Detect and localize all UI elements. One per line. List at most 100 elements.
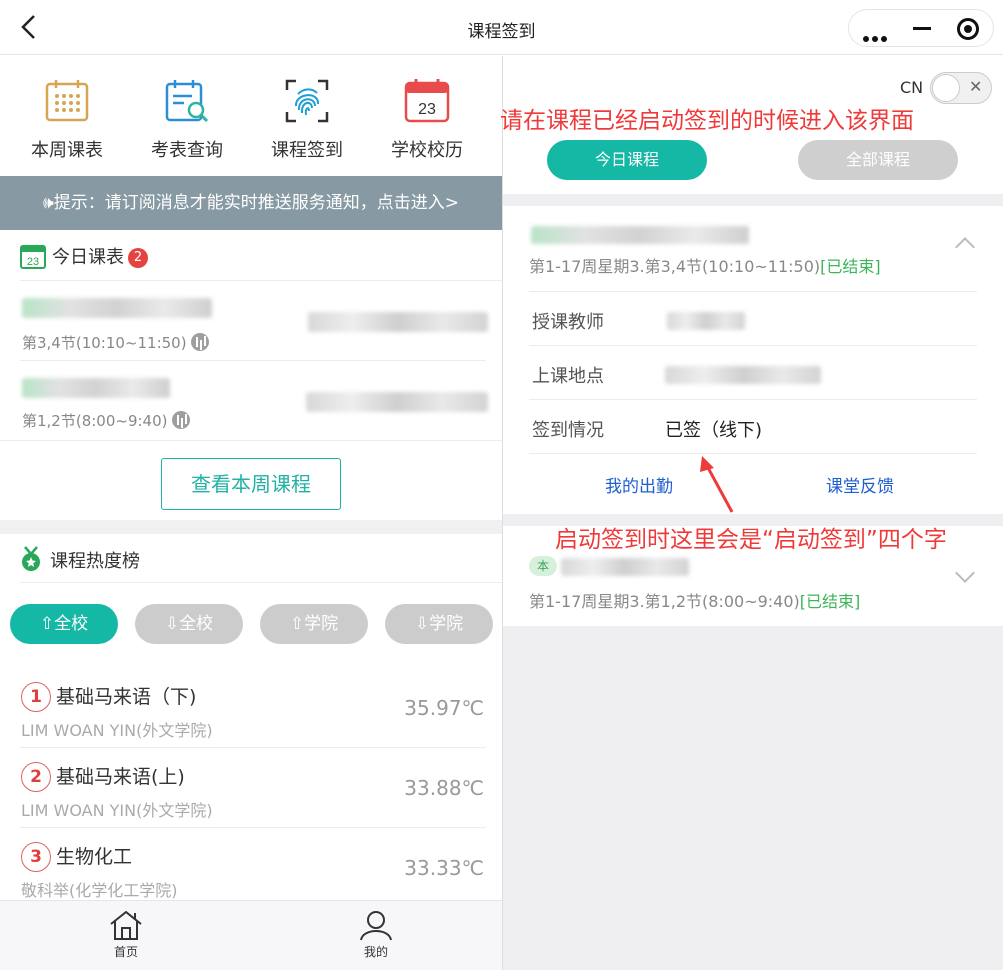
course-checkin-panel: CN ✕ 今日课程 全部课程 第1-17周星期3.第3,4节(10:10~11:… (503, 56, 1003, 970)
tab-all-courses[interactable]: 全部课程 (798, 140, 958, 180)
divider (0, 440, 502, 441)
course-meta: 第1-17周星期3.第3,4节(10:10~11:50)[已结束] (529, 257, 881, 276)
today-schedule-header: 23 今日课表 2 (20, 243, 148, 269)
quick-action-course-checkin[interactable]: 课程签到 (247, 56, 367, 176)
quick-action-week-schedule[interactable]: 本周课表 (7, 56, 127, 176)
exit-icon[interactable] (957, 18, 979, 40)
quick-action-label: 本周课表 (31, 140, 103, 161)
filter-pill-school-down[interactable]: ⇩全校 (135, 604, 243, 644)
rank-teacher: LIM WOAN YIN(外文学院) (21, 721, 213, 740)
divider (20, 280, 502, 281)
rank-score: 33.88℃ (404, 776, 484, 800)
blurred-teacher (667, 312, 745, 330)
rank-course-name: 基础马来语（下) (56, 686, 197, 708)
row-key: 上课地点 (532, 366, 604, 387)
collapse-chevron-icon[interactable] (955, 237, 975, 257)
divider (20, 827, 486, 828)
class-feedback-link[interactable]: 课堂反馈 (826, 472, 894, 497)
more-icon[interactable] (863, 27, 890, 46)
course-tag: 本 (529, 556, 557, 576)
row-key: 签到情况 (532, 420, 604, 441)
rank-score: 35.97℃ (404, 696, 484, 720)
rank-number: 3 (21, 842, 51, 872)
mini-program-capsule (848, 9, 994, 47)
checkin-status-value: 已签（线下) (665, 420, 763, 441)
fingerprint-icon (285, 79, 329, 123)
rank-score: 33.33℃ (404, 856, 484, 880)
location-row: 上课地点 (529, 345, 977, 399)
today-schedule-title: 今日课表 (52, 247, 124, 268)
heat-rank-title: 课程热度榜 (50, 551, 140, 572)
quick-action-label: 考表查询 (151, 140, 223, 161)
annotation-arrow (700, 456, 734, 513)
rank-teacher: 敬科举(化学化工学院) (21, 881, 178, 900)
status-ended: [已结束] (799, 592, 861, 611)
blurred-course-name (531, 226, 749, 244)
divider (20, 582, 502, 583)
profile-icon (360, 911, 392, 941)
medal-icon (22, 546, 40, 571)
course-count-badge: 2 (128, 248, 148, 268)
checkin-status-row: 签到情况 已签（线下) (529, 399, 977, 453)
annotation-bottom: 启动签到时这里会是“启动签到”四个字 (555, 527, 947, 553)
svg-text:23: 23 (27, 256, 39, 268)
blurred-location (665, 366, 821, 384)
stats-icon[interactable] (190, 333, 209, 351)
close-icon: ✕ (969, 77, 983, 96)
calendar-23-icon: 23 (404, 79, 450, 123)
tab-home[interactable]: 首页 (66, 901, 186, 970)
rank-item[interactable]: 1 基础马来语（下) LIM WOAN YIN(外文学院) 35.97℃ (0, 672, 502, 752)
tab-label: 首页 (113, 945, 138, 959)
rank-teacher: LIM WOAN YIN(外文学院) (21, 801, 213, 820)
blurred-location (308, 312, 488, 332)
quick-action-label: 课程签到 (271, 140, 343, 161)
tab-label: 我的 (363, 945, 388, 959)
rank-number: 2 (21, 762, 51, 792)
teacher-row: 授课教师 (529, 291, 977, 345)
filter-pill-college-up[interactable]: ⇧学院 (260, 604, 368, 644)
minimize-icon[interactable] (913, 27, 931, 30)
subscribe-notice-banner[interactable]: 🕪提示：请订阅消息才能实时推送服务通知，点击进入> (0, 176, 502, 230)
rank-number: 1 (21, 682, 51, 712)
quick-action-school-calendar[interactable]: 23 学校校历 (367, 56, 487, 176)
rank-item[interactable]: 2 基础马来语(上) LIM WOAN YIN(外文学院) 33.88℃ (0, 752, 502, 832)
view-week-courses-button[interactable]: 查看本周课程 (161, 458, 341, 510)
bottom-tab-bar: 首页 我的 (0, 900, 502, 970)
tab-profile[interactable]: 我的 (316, 901, 436, 970)
title-bar: 课程签到 (0, 0, 1003, 55)
my-attendance-link[interactable]: 我的出勤 (605, 472, 673, 497)
course-time: 第1,2节(8:00~9:40) (22, 410, 190, 431)
home-panel: 本周课表 考表查询 课程签到 23 学校校历 🕪提示：请订阅消息才能实时推送服务… (0, 56, 502, 970)
divider (529, 453, 977, 454)
quick-action-exam-query[interactable]: 考表查询 (127, 56, 247, 176)
status-ended: [已结束] (820, 257, 881, 276)
course-card-expanded: 第1-17周星期3.第3,4节(10:10~11:50)[已结束] 授课教师 上… (503, 206, 1003, 514)
course-meta: 第1-17周星期3.第1,2节(8:00~9:40)[已结束] (529, 592, 861, 611)
divider (20, 360, 486, 361)
toggle-knob (932, 74, 960, 102)
section-gap (0, 520, 502, 534)
svg-text:23: 23 (418, 101, 436, 118)
stats-icon[interactable] (171, 411, 190, 429)
language-toggle[interactable]: ✕ (930, 72, 992, 104)
quick-action-label: 学校校历 (391, 140, 463, 161)
filter-pill-college-down[interactable]: ⇩学院 (385, 604, 493, 644)
heat-rank-header: 课程热度榜 (20, 546, 140, 573)
rank-course-name: 基础马来语(上) (56, 766, 185, 788)
blurred-course-name (561, 558, 689, 576)
home-icon (110, 910, 142, 940)
exam-search-icon (165, 80, 209, 123)
language-label: CN (900, 78, 924, 97)
rank-course-name: 生物化工 (56, 846, 133, 868)
row-key: 授课教师 (532, 312, 604, 333)
blurred-location (306, 392, 488, 412)
expand-chevron-icon[interactable] (955, 563, 975, 583)
annotation-top: 请在课程已经启动签到的时候进入该界面 (500, 108, 914, 134)
blurred-course-name (22, 298, 212, 318)
calendar-grid-icon (45, 80, 89, 122)
filter-pill-school-up[interactable]: ⇧全校 (10, 604, 118, 644)
divider (20, 747, 486, 748)
tab-today-courses[interactable]: 今日课程 (547, 140, 707, 180)
calendar-icon: 23 (20, 245, 46, 269)
blurred-course-name (22, 378, 170, 398)
